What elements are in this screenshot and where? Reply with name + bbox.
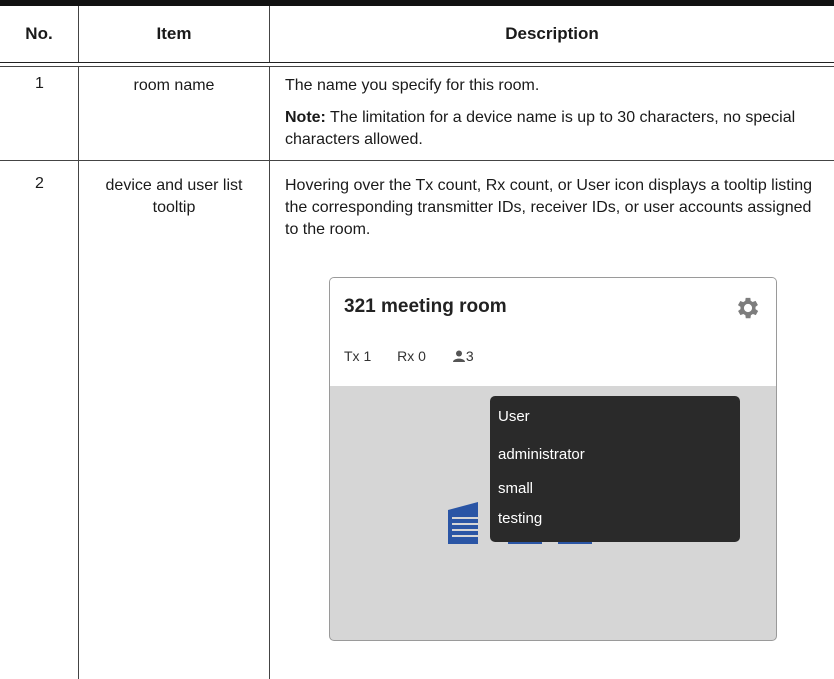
header-item: Item: [156, 24, 192, 43]
row2-no: 2: [35, 175, 44, 192]
room-card-title: 321 meeting room: [344, 296, 507, 317]
row1-item: room name: [133, 77, 215, 94]
rx-count[interactable]: Rx 0: [397, 348, 426, 364]
header-description: Description: [505, 24, 599, 43]
row2-description: Hovering over the Tx count, Rx count, or…: [285, 177, 813, 238]
row1-note: Note: The limitation for a device name i…: [285, 107, 820, 151]
tooltip-item: administrator: [498, 446, 585, 463]
row1-no: 1: [35, 75, 44, 92]
tooltip-item: small: [498, 480, 534, 497]
note-label: Note:: [285, 109, 326, 126]
room-card-stats: Tx 1 Rx 0 3: [344, 348, 474, 364]
user-count[interactable]: 3: [466, 348, 474, 364]
table-top-rule: [0, 0, 834, 6]
user-list-tooltip: User administrator small testing: [490, 396, 740, 542]
header-rule: [0, 62, 834, 63]
column-divider: [78, 67, 79, 679]
gear-icon[interactable]: [734, 294, 762, 322]
header-rule-double: [0, 66, 834, 67]
tooltip-item: testing: [498, 510, 543, 527]
note-text: The limitation for a device name is up t…: [285, 109, 796, 148]
row-divider: [0, 160, 834, 161]
column-divider: [269, 67, 270, 679]
row1-description: The name you specify for this room.: [285, 77, 540, 94]
user-icon[interactable]: [452, 350, 466, 362]
tooltip-heading: User: [498, 408, 530, 425]
room-card-screenshot: 321 meeting room Tx 1 Rx 0 3 User admini…: [329, 277, 777, 641]
header-no: No.: [25, 24, 53, 43]
row2-item: device and user list tooltip: [105, 177, 243, 216]
room-card-header: 321 meeting room Tx 1 Rx 0 3: [330, 278, 776, 386]
tx-count[interactable]: Tx 1: [344, 348, 371, 364]
